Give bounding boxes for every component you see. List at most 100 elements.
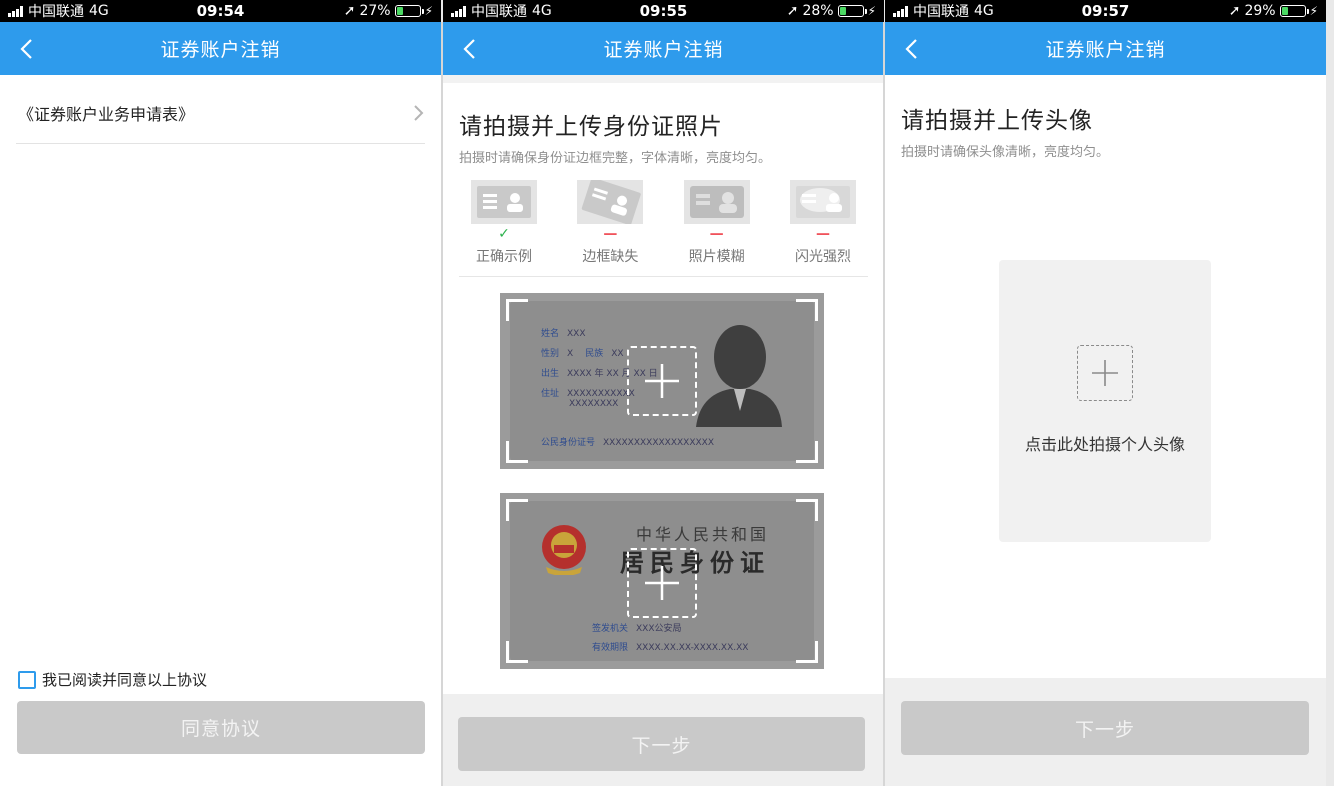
wrong-mark-icon: —: [709, 226, 724, 242]
next-button[interactable]: 下一步: [901, 701, 1309, 755]
plus-icon: [1092, 360, 1118, 386]
frame-corner: [796, 641, 818, 663]
frame-corner: [506, 441, 528, 463]
wrong-mark-icon: —: [603, 226, 618, 242]
carrier: 中国联通: [471, 4, 527, 20]
agree-checkbox-row[interactable]: 我已阅读并同意以上协议: [18, 669, 207, 690]
signal-icon: [8, 5, 23, 17]
charging-icon: ⚡: [424, 4, 433, 18]
frame-corner: [796, 441, 818, 463]
network: 4G: [532, 3, 552, 19]
back-arrow-icon[interactable]: [901, 35, 925, 63]
nav-bar: 证券账户注销: [443, 22, 884, 75]
frame-corner: [506, 641, 528, 663]
example-label: 边框缺失: [582, 249, 639, 265]
signal-icon: [893, 5, 908, 17]
example-correct: ✓ 正确示例: [459, 180, 549, 266]
example-label: 照片模糊: [688, 249, 745, 265]
plus-icon: [645, 566, 679, 600]
page-title: 证券账户注销: [603, 39, 724, 61]
battery-percent: 29%: [1244, 3, 1276, 19]
screens: 中国联通 4G 09:54 ➚ 27% ⚡ 证券账户注销 《证券账户业务申请表》…: [0, 0, 1334, 786]
network: 4G: [974, 3, 994, 19]
portrait-add-box[interactable]: [1077, 345, 1133, 401]
status-bar: 中国联通 4G 09:55 ➚ 28% ⚡: [443, 0, 884, 22]
example-label: 正确示例: [476, 249, 532, 265]
id-number-value: XXXXXXXXXXXXXXXXXX: [603, 438, 714, 448]
carrier: 中国联通: [913, 4, 969, 20]
network: 4G: [89, 3, 109, 19]
portrait-upload-tile[interactable]: 点击此处拍摄个人头像: [999, 260, 1211, 542]
charging-icon: ⚡: [867, 4, 876, 18]
plus-icon: [645, 364, 679, 398]
location-icon: ➚: [1228, 3, 1241, 19]
address-line-1: XXXXXXXXXXX: [567, 389, 635, 399]
next-button[interactable]: 下一步: [458, 717, 865, 771]
front-add-photo-box[interactable]: [627, 346, 697, 416]
portrait-hint: 拍摄时请确保头像清晰，亮度均匀。: [901, 145, 1110, 160]
carrier: 中国联通: [28, 4, 84, 20]
battery-icon: [837, 5, 867, 17]
top-gap: [443, 75, 884, 83]
screen-agreement: 中国联通 4G 09:54 ➚ 27% ⚡ 证券账户注销 《证券账户业务申请表》…: [0, 0, 441, 786]
upload-hint: 拍摄时请确保身份证边框完整，字体清晰，亮度均匀。: [459, 151, 772, 166]
portrait-silhouette-icon: [696, 325, 782, 427]
agree-button[interactable]: 同意协议: [17, 701, 425, 754]
example-blurry: — 照片模糊: [672, 180, 762, 266]
validity-label: 有效期限: [592, 643, 629, 653]
nav-bar: 证券账户注销: [0, 22, 441, 75]
nav-bar: 证券账户注销: [885, 22, 1326, 75]
page-title: 证券账户注销: [160, 39, 281, 61]
screen-id-upload: 中国联通 4G 09:55 ➚ 28% ⚡ 证券账户注销 请拍摄并上传身份证照片…: [443, 0, 884, 786]
page-title: 证券账户注销: [1045, 39, 1166, 61]
id-front-upload[interactable]: 姓名 XXX 性别 X 民族 XX 出生 XXXX 年 XX 月 XX 日 住址 XXXXX…: [500, 293, 824, 469]
agree-checkbox[interactable]: [18, 670, 36, 689]
sex-label: 性别: [541, 349, 560, 359]
name-label: 姓名: [541, 329, 560, 339]
frame-corner: [506, 499, 528, 521]
id-card-blurry-icon: [683, 180, 750, 224]
name-value: XXX: [567, 329, 586, 339]
id-card-glare-icon: [789, 180, 856, 224]
id-number-label: 公民身份证号: [541, 438, 596, 448]
back-arrow-icon[interactable]: [459, 35, 483, 63]
sex-value: X: [567, 349, 574, 359]
battery-percent: 28%: [802, 3, 834, 19]
id-back-upload[interactable]: 中华人民共和国 居民身份证 签发机关 XXX公安局 有效期限 XXXX.XX.XX-…: [500, 493, 824, 669]
authority-value: XXX公安局: [636, 624, 682, 634]
example-label: 闪光强烈: [794, 249, 851, 265]
example-missing-border: — 边框缺失: [565, 177, 655, 266]
agreement-link-row[interactable]: 《证券账户业务申请表》: [16, 83, 425, 144]
status-bar: 中国联通 4G 09:57 ➚ 29% ⚡: [885, 0, 1326, 22]
example-glare: — 闪光强烈: [778, 180, 868, 266]
location-icon: ➚: [786, 3, 799, 19]
id-card-tilted-icon: [577, 177, 644, 226]
portrait-heading: 请拍摄并上传头像: [901, 108, 1093, 134]
status-bar: 中国联通 4G 09:54 ➚ 27% ⚡: [0, 0, 441, 22]
back-add-photo-box[interactable]: [627, 548, 697, 618]
agree-text: 我已阅读并同意以上协议: [42, 671, 208, 689]
frame-corner: [796, 299, 818, 321]
charging-icon: ⚡: [1309, 4, 1318, 18]
country-title: 中华人民共和国: [636, 525, 770, 544]
agreement-link[interactable]: 《证券账户业务申请表》: [18, 101, 194, 125]
back-arrow-icon[interactable]: [16, 35, 40, 63]
location-icon: ➚: [343, 3, 356, 19]
id-card-example-icon: [471, 180, 537, 224]
battery-percent: 27%: [359, 3, 391, 19]
address-label: 住址: [541, 389, 560, 399]
signal-icon: [451, 5, 466, 17]
address-line-2: XXXXXXXX: [569, 399, 619, 409]
authority-label: 签发机关: [592, 624, 629, 634]
example-list: ✓ 正确示例 — 边框缺失 — 照片模糊 — 闪光强烈: [459, 177, 868, 277]
portrait-tile-caption: 点击此处拍摄个人头像: [1024, 435, 1185, 454]
battery-icon: [394, 5, 424, 17]
chevron-right-icon: [414, 105, 424, 121]
wrong-mark-icon: —: [815, 226, 830, 242]
ethnic-value: XX: [611, 349, 624, 359]
frame-corner: [506, 299, 528, 321]
birth-label: 出生: [541, 369, 560, 379]
ethnic-label: 民族: [585, 349, 604, 359]
upload-heading: 请拍摄并上传身份证照片: [459, 114, 723, 140]
correct-mark-icon: ✓: [498, 226, 510, 242]
